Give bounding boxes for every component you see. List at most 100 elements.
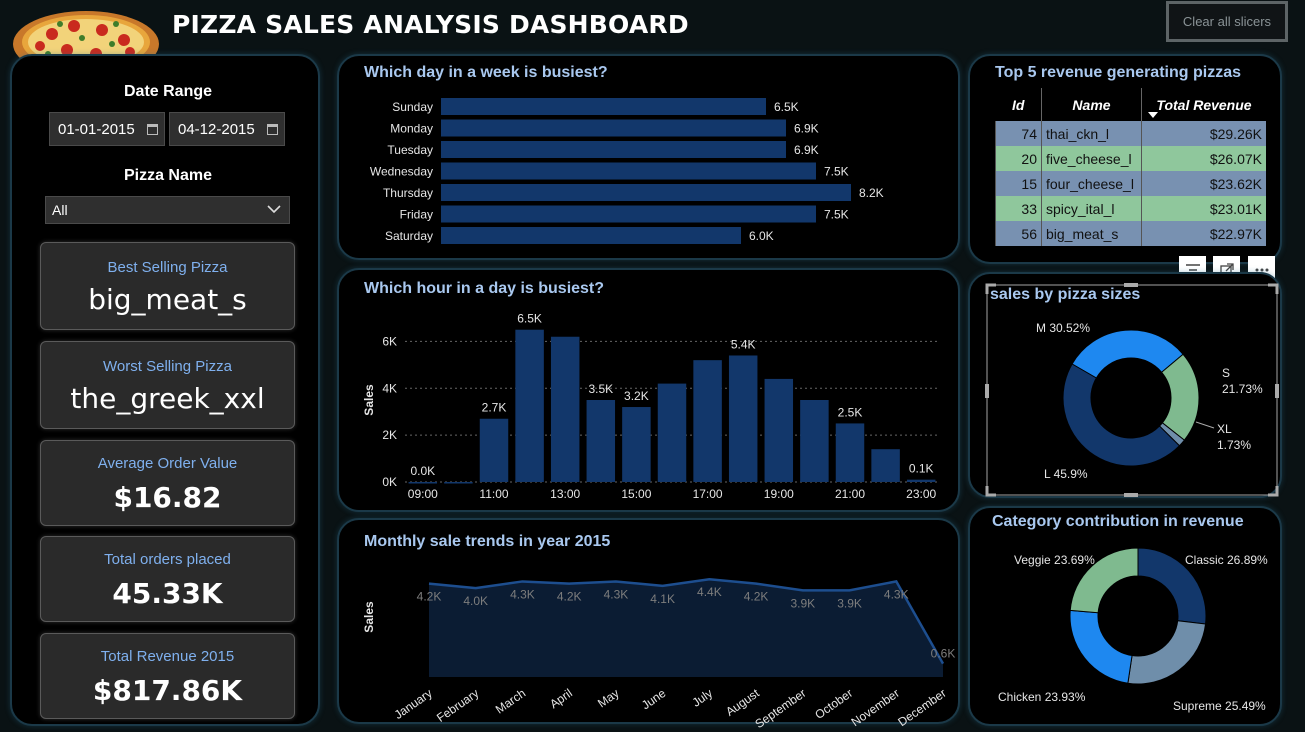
cell-name: four_cheese_l	[1041, 171, 1142, 196]
category-slice	[1069, 609, 1133, 684]
day-data-label: 6.9K	[794, 122, 819, 136]
day-tick-label: Thursday	[383, 186, 433, 200]
category-label-chicken: Chicken 23.93%	[998, 690, 1086, 704]
day-tick-label: Sunday	[392, 100, 433, 114]
category-label-veggie: Veggie 23.69%	[1014, 553, 1095, 567]
monthly-data-label: 4.3K	[510, 587, 535, 601]
date-end-value: 04-12-2015	[178, 120, 255, 138]
category-slice	[1127, 620, 1207, 685]
hour-bar	[693, 360, 722, 482]
column-header-revenue[interactable]: Total Revenue	[1141, 88, 1266, 121]
top5-title: Top 5 revenue generating pizzas	[995, 64, 1241, 81]
hour-bar	[622, 407, 651, 482]
hour-data-label: 3.2K	[624, 389, 649, 403]
hour-x-tick-label: 11:00	[479, 487, 508, 501]
cell-name: thai_ckn_l	[1041, 121, 1142, 146]
day-tick-label: Friday	[400, 208, 433, 222]
kpi-label: Best Selling Pizza	[107, 259, 228, 276]
day-tick-label: Monday	[390, 122, 433, 136]
column-header-revenue-label: Total Revenue	[1156, 96, 1252, 113]
size-label-s: S	[1222, 366, 1230, 380]
cell-name: spicy_ital_l	[1041, 196, 1142, 221]
day-tick-label: Tuesday	[387, 143, 433, 157]
monthly-trend-title: Monthly sale trends in year 2015	[364, 533, 611, 550]
hour-y-axis-title: Sales	[362, 384, 376, 416]
monthly-x-tick-label: June	[639, 686, 669, 713]
day-data-label: 6.9K	[794, 143, 819, 157]
pizza-name-dropdown[interactable]: All	[45, 196, 290, 224]
kpi-value: $817.86K	[92, 674, 243, 707]
hour-bar	[657, 383, 687, 482]
table-row[interactable]: 74 thai_ckn_l $29.26K	[995, 121, 1266, 146]
size-donut-chart: M 30.52% S 21.73% XL 1.73% L 45.9%	[1036, 321, 1263, 481]
size-label-xl-pct: 1.73%	[1217, 438, 1251, 452]
hour-bar	[764, 378, 794, 482]
kpi-label: Average Order Value	[97, 455, 238, 472]
category-label-classic: Classic 26.89%	[1185, 553, 1268, 567]
hour-x-tick-label: 13:00	[550, 487, 580, 501]
clear-slicers-button[interactable]: Clear all slicers	[1166, 1, 1288, 42]
pizza-name-value: All	[52, 202, 68, 218]
day-data-label: 7.5K	[824, 165, 849, 179]
hour-data-label: 0.1K	[909, 462, 934, 476]
size-label-l: L 45.9%	[1044, 467, 1088, 481]
calendar-icon[interactable]	[147, 124, 158, 135]
column-header-id[interactable]: Id	[995, 88, 1042, 121]
monthly-data-label: 4.2K	[557, 590, 582, 604]
monthly-data-label: 4.1K	[650, 592, 675, 606]
sort-desc-icon[interactable]	[1148, 112, 1158, 118]
day-data-label: 8.2K	[859, 186, 884, 200]
monthly-x-tick-label: August	[723, 686, 762, 719]
cell-revenue: $22.97K	[1141, 221, 1266, 246]
hour-bar	[871, 449, 900, 482]
table-row[interactable]: 33 spicy_ital_l $23.01K	[995, 196, 1266, 221]
category-label-supreme: Supreme 25.49%	[1173, 699, 1266, 713]
size-label-m: M 30.52%	[1036, 321, 1090, 335]
hour-bar	[408, 482, 438, 484]
date-start-input[interactable]: 01-01-2015	[49, 112, 165, 146]
hour-bar	[728, 355, 758, 482]
monthly-trend-chart: 4.2K January 4.0K February 4.3K March 4.2K Apri…	[362, 577, 955, 731]
monthly-data-label: 4.2K	[744, 590, 769, 604]
monthly-x-tick-label: February	[434, 686, 481, 725]
monthly-data-label: 4.3K	[884, 587, 909, 601]
cell-id: 20	[995, 146, 1042, 171]
monthly-x-tick-label: July	[690, 686, 716, 710]
hour-bar	[479, 418, 509, 482]
monthly-y-axis-title: Sales	[362, 601, 376, 633]
table-row[interactable]: 56 big_meat_s $22.97K	[995, 221, 1266, 246]
hour-bar	[906, 479, 936, 482]
day-tick-label: Saturday	[385, 229, 433, 243]
kpi-value: $16.82	[113, 481, 222, 514]
pizza-name-label: Pizza Name	[123, 167, 213, 184]
hour-x-tick-label: 23:00	[906, 487, 936, 501]
hour-y-tick-label: 2K	[382, 428, 397, 442]
monthly-x-tick-label: December	[895, 686, 948, 729]
hour-x-tick-label: 19:00	[764, 487, 794, 501]
table-row[interactable]: 15 four_cheese_l $23.62K	[995, 171, 1266, 196]
hour-bar	[444, 482, 473, 484]
hour-bar	[800, 400, 829, 482]
day-bar	[441, 98, 766, 115]
day-bar	[441, 184, 851, 201]
kpi-label: Total Revenue 2015	[100, 648, 235, 665]
category-donut-chart: Classic 26.89% Supreme 25.49% Chicken 23.9…	[998, 547, 1268, 713]
table-row[interactable]: 20 five_cheese_l $26.07K	[995, 146, 1266, 171]
date-end-input[interactable]: 04-12-2015	[169, 112, 285, 146]
cell-revenue: $26.07K	[1141, 146, 1266, 171]
calendar-icon[interactable]	[267, 124, 278, 135]
chevron-down-icon[interactable]	[267, 202, 281, 216]
hour-bar	[835, 423, 865, 482]
monthly-x-tick-label: March	[493, 686, 528, 717]
busiest-hour-title: Which hour in a day is busiest?	[364, 280, 605, 297]
hour-bar	[586, 400, 616, 482]
kpi-value: 45.33K	[112, 577, 223, 610]
column-header-name[interactable]: Name	[1041, 88, 1142, 121]
monthly-x-tick-label: January	[392, 686, 435, 722]
date-start-value: 01-01-2015	[58, 120, 135, 138]
monthly-data-label: 4.4K	[697, 585, 722, 599]
busiest-day-chart: Sunday 6.5K Monday 6.9K Tuesday 6.9K Wednesday…	[370, 98, 884, 244]
hour-x-tick-label: 09:00	[408, 487, 438, 501]
monthly-x-tick-label: May	[595, 686, 622, 710]
cell-revenue: $23.01K	[1141, 196, 1266, 221]
